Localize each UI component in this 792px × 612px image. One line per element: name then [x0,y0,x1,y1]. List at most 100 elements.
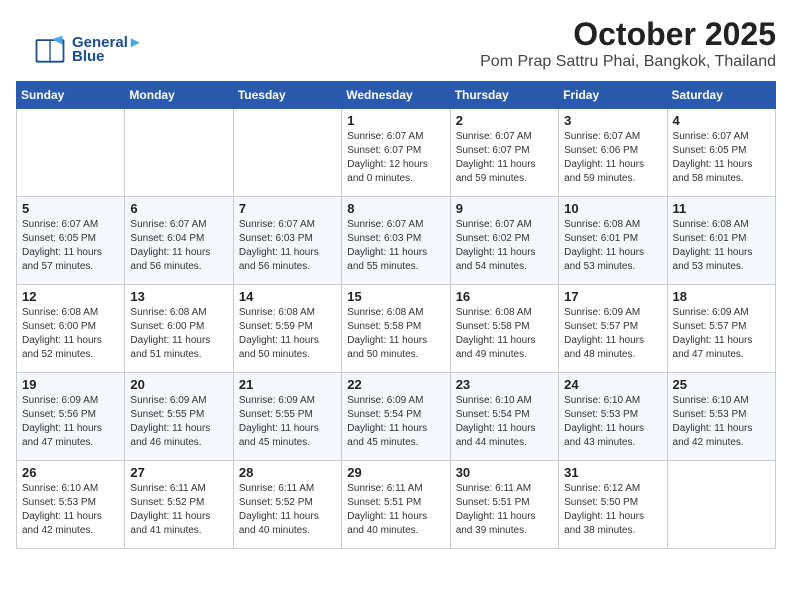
cell-info: Sunrise: 6:11 AM Sunset: 5:51 PM Dayligh… [456,482,553,538]
cell-info: Sunrise: 6:09 AM Sunset: 5:55 PM Dayligh… [239,394,336,450]
calendar-cell: 5 Sunrise: 6:07 AM Sunset: 6:05 PM Daylig… [17,197,125,285]
top-area: General► Blue October 2025 Pom Prap Satt… [16,16,776,71]
day-number: 6 [130,201,227,216]
day-number: 17 [564,289,661,304]
cell-info: Sunrise: 6:12 AM Sunset: 5:50 PM Dayligh… [564,482,661,538]
calendar-week-row: 12 Sunrise: 6:08 AM Sunset: 6:00 PM Dayli… [17,285,776,373]
calendar-cell: 28 Sunrise: 6:11 AM Sunset: 5:52 PM Dayli… [233,461,341,549]
cell-info: Sunrise: 6:10 AM Sunset: 5:53 PM Dayligh… [22,482,119,538]
cell-info: Sunrise: 6:11 AM Sunset: 5:51 PM Dayligh… [347,482,444,538]
cell-info: Sunrise: 6:09 AM Sunset: 5:55 PM Dayligh… [130,394,227,450]
cell-info: Sunrise: 6:08 AM Sunset: 6:00 PM Dayligh… [130,306,227,362]
calendar-cell: 11 Sunrise: 6:08 AM Sunset: 6:01 PM Dayli… [667,197,775,285]
calendar-cell: 3Sunrise: 6:07 AM Sunset: 6:06 PM Daylig… [559,109,667,197]
calendar-cell: 18Sunrise: 6:09 AM Sunset: 5:57 PM Dayli… [667,285,775,373]
day-number: 29 [347,465,444,480]
day-number: 19 [22,377,119,392]
calendar-table: SundayMondayTuesdayWednesdayThursdayFrid… [16,81,776,549]
cell-info: Sunrise: 6:07 AM Sunset: 6:03 PM Dayligh… [239,218,336,274]
day-number: 8 [347,201,444,216]
day-number: 3 [564,113,661,128]
cell-info: Sunrise: 6:07 AM Sunset: 6:04 PM Dayligh… [130,218,227,274]
day-number: 28 [239,465,336,480]
weekday-header-row: SundayMondayTuesdayWednesdayThursdayFrid… [17,82,776,109]
cell-info: Sunrise: 6:07 AM Sunset: 6:03 PM Dayligh… [347,218,444,274]
cell-info: Sunrise: 6:08 AM Sunset: 6:00 PM Dayligh… [22,306,119,362]
day-number: 13 [130,289,227,304]
day-number: 11 [673,201,770,216]
day-number: 22 [347,377,444,392]
cell-info: Sunrise: 6:10 AM Sunset: 5:53 PM Dayligh… [673,394,770,450]
cell-info: Sunrise: 6:09 AM Sunset: 5:56 PM Dayligh… [22,394,119,450]
calendar-cell: 1 Sunrise: 6:07 AM Sunset: 6:07 PM Daylig… [342,109,450,197]
calendar-body: 1 Sunrise: 6:07 AM Sunset: 6:07 PM Daylig… [17,109,776,549]
logo-text: General► Blue [72,35,143,66]
day-number: 30 [456,465,553,480]
day-number: 4 [673,113,770,128]
day-number: 1 [347,113,444,128]
day-number: 27 [130,465,227,480]
calendar-cell: 17Sunrise: 6:09 AM Sunset: 5:57 PM Dayli… [559,285,667,373]
cell-info: Sunrise: 6:08 AM Sunset: 5:58 PM Dayligh… [456,306,553,362]
cell-info: Sunrise: 6:08 AM Sunset: 5:58 PM Dayligh… [347,306,444,362]
calendar-cell [17,109,125,197]
cell-info: Sunrise: 6:07 AM Sunset: 6:07 PM Dayligh… [347,130,444,186]
calendar-cell: 21 Sunrise: 6:09 AM Sunset: 5:55 PM Dayli… [233,373,341,461]
day-number: 9 [456,201,553,216]
calendar-cell: 31 Sunrise: 6:12 AM Sunset: 5:50 PM Dayli… [559,461,667,549]
calendar-cell: 19 Sunrise: 6:09 AM Sunset: 5:56 PM Dayli… [17,373,125,461]
calendar-cell: 26 Sunrise: 6:10 AM Sunset: 5:53 PM Dayli… [17,461,125,549]
day-number: 10 [564,201,661,216]
calendar-cell: 4 Sunrise: 6:07 AM Sunset: 6:05 PM Daylig… [667,109,775,197]
calendar-cell: 8 Sunrise: 6:07 AM Sunset: 6:03 PM Daylig… [342,197,450,285]
weekday-header: Sunday [17,82,125,109]
day-number: 15 [347,289,444,304]
calendar-cell: 22Sunrise: 6:09 AM Sunset: 5:54 PM Dayli… [342,373,450,461]
day-number: 24 [564,377,661,392]
calendar-cell: 2Sunrise: 6:07 AM Sunset: 6:07 PM Daylig… [450,109,558,197]
day-number: 16 [456,289,553,304]
calendar-cell: 27Sunrise: 6:11 AM Sunset: 5:52 PM Dayli… [125,461,233,549]
calendar-cell: 6 Sunrise: 6:07 AM Sunset: 6:04 PM Daylig… [125,197,233,285]
weekday-header: Monday [125,82,233,109]
day-number: 23 [456,377,553,392]
calendar-cell: 29 Sunrise: 6:11 AM Sunset: 5:51 PM Dayli… [342,461,450,549]
cell-info: Sunrise: 6:11 AM Sunset: 5:52 PM Dayligh… [239,482,336,538]
day-number: 5 [22,201,119,216]
cell-info: Sunrise: 6:08 AM Sunset: 5:59 PM Dayligh… [239,306,336,362]
day-number: 12 [22,289,119,304]
calendar-cell: 14 Sunrise: 6:08 AM Sunset: 5:59 PM Dayli… [233,285,341,373]
day-number: 31 [564,465,661,480]
cell-info: Sunrise: 6:08 AM Sunset: 6:01 PM Dayligh… [673,218,770,274]
calendar-cell: 16 Sunrise: 6:08 AM Sunset: 5:58 PM Dayli… [450,285,558,373]
calendar-cell: 15 Sunrise: 6:08 AM Sunset: 5:58 PM Dayli… [342,285,450,373]
day-number: 25 [673,377,770,392]
logo: General► Blue [32,32,143,68]
day-number: 26 [22,465,119,480]
weekday-header: Wednesday [342,82,450,109]
day-number: 20 [130,377,227,392]
day-number: 18 [673,289,770,304]
cell-info: Sunrise: 6:08 AM Sunset: 6:01 PM Dayligh… [564,218,661,274]
weekday-header: Tuesday [233,82,341,109]
logo-icon [32,32,68,68]
weekday-header: Saturday [667,82,775,109]
day-number: 14 [239,289,336,304]
calendar-cell [233,109,341,197]
day-number: 7 [239,201,336,216]
cell-info: Sunrise: 6:07 AM Sunset: 6:05 PM Dayligh… [673,130,770,186]
weekday-header: Thursday [450,82,558,109]
calendar-cell [667,461,775,549]
calendar-cell: 30 Sunrise: 6:11 AM Sunset: 5:51 PM Dayli… [450,461,558,549]
calendar-cell: 25 Sunrise: 6:10 AM Sunset: 5:53 PM Dayli… [667,373,775,461]
calendar-week-row: 26 Sunrise: 6:10 AM Sunset: 5:53 PM Dayli… [17,461,776,549]
cell-info: Sunrise: 6:07 AM Sunset: 6:05 PM Dayligh… [22,218,119,274]
cell-info: Sunrise: 6:10 AM Sunset: 5:54 PM Dayligh… [456,394,553,450]
calendar-week-row: 5 Sunrise: 6:07 AM Sunset: 6:05 PM Daylig… [17,197,776,285]
calendar-cell: 9Sunrise: 6:07 AM Sunset: 6:02 PM Daylig… [450,197,558,285]
day-number: 21 [239,377,336,392]
calendar-week-row: 19 Sunrise: 6:09 AM Sunset: 5:56 PM Dayli… [17,373,776,461]
calendar-cell: 23 Sunrise: 6:10 AM Sunset: 5:54 PM Dayli… [450,373,558,461]
calendar-cell [125,109,233,197]
calendar-cell: 24Sunrise: 6:10 AM Sunset: 5:53 PM Dayli… [559,373,667,461]
